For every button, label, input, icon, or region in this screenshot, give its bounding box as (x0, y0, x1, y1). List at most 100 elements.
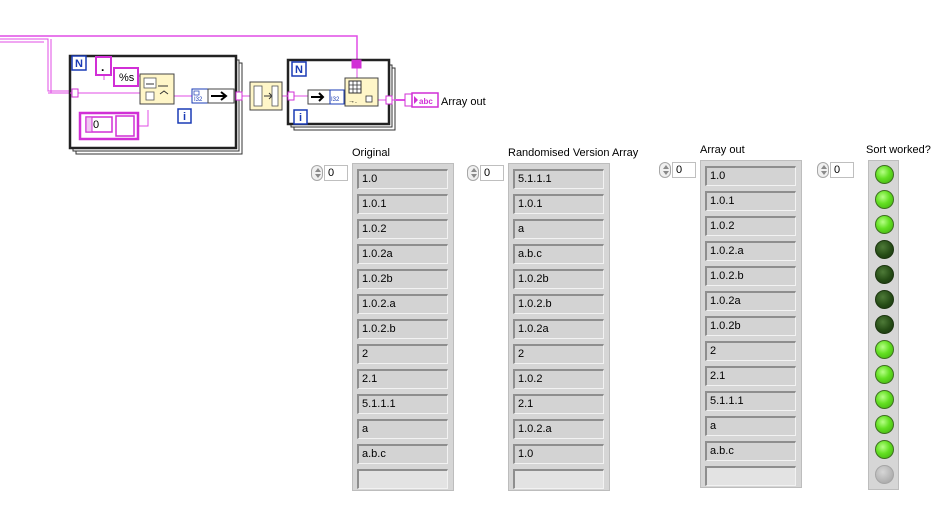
led-on-indicator[interactable] (875, 415, 894, 434)
array-element[interactable]: 2 (705, 341, 796, 361)
array-out-indicator-label: Array out (441, 96, 486, 108)
increment-arrow-icon[interactable] (315, 168, 321, 172)
array-element[interactable]: 1.0 (705, 166, 796, 186)
original-index-control[interactable]: 0 (311, 165, 349, 181)
array-element[interactable]: 1.0.2.b (513, 294, 604, 314)
array-element[interactable]: a.b.c (513, 244, 604, 264)
array-element[interactable]: a.b.c (705, 441, 796, 461)
led-on-indicator[interactable] (875, 340, 894, 359)
array-element[interactable]: a (357, 419, 448, 439)
svg-text:0: 0 (93, 119, 99, 131)
decrement-arrow-icon[interactable] (663, 171, 669, 175)
array-element[interactable]: 1.0.2.a (513, 419, 604, 439)
led-empty-indicator[interactable] (875, 465, 894, 484)
svg-text:→.: →. (348, 98, 357, 105)
array-element[interactable]: 1.0.2a (357, 244, 448, 264)
array-element[interactable]: 5.1.1.1 (705, 391, 796, 411)
array-element[interactable]: 1.0.2 (357, 219, 448, 239)
array-element[interactable]: 1.0.1 (513, 194, 604, 214)
led-on-indicator[interactable] (875, 190, 894, 209)
array-element[interactable]: 2.1 (705, 366, 796, 386)
array-element[interactable]: 1.0.2a (513, 319, 604, 339)
array-element[interactable]: 1.0 (513, 444, 604, 464)
sort-compare-function[interactable]: →. (344, 77, 379, 107)
array-element-empty[interactable] (705, 466, 796, 486)
randomised-index-control[interactable]: 0 (467, 165, 505, 181)
loop2-arrow-node[interactable]: I32 (307, 89, 345, 105)
original-array-label: Original (352, 147, 390, 159)
scan-from-string-function[interactable] (139, 73, 175, 105)
svg-text:i: i (183, 111, 186, 123)
concatenate-node[interactable] (207, 88, 235, 104)
array-element[interactable]: 5.1.1.1 (513, 169, 604, 189)
svg-text:.: . (101, 60, 104, 74)
array-element[interactable]: 1.0.2b (705, 316, 796, 336)
array-element[interactable]: 1.0.2b (357, 269, 448, 289)
array-element-empty[interactable] (513, 469, 604, 489)
svg-text:I32: I32 (194, 97, 203, 103)
array-element[interactable]: a (513, 219, 604, 239)
svg-text:N: N (295, 64, 303, 76)
build-string-node[interactable]: I32 (191, 88, 209, 104)
index-stepper[interactable] (659, 162, 671, 178)
index-value[interactable]: 0 (672, 162, 696, 178)
array-element[interactable]: 1.0.2b (513, 269, 604, 289)
numeric-constant-cluster[interactable]: 0 (78, 111, 140, 141)
index-stepper[interactable] (467, 165, 479, 181)
array-element[interactable]: 2.1 (513, 394, 604, 414)
led-on-indicator[interactable] (875, 390, 894, 409)
svg-text:N: N (75, 58, 83, 70)
index-value[interactable]: 0 (830, 162, 854, 178)
decrement-arrow-icon[interactable] (821, 171, 827, 175)
index-stepper[interactable] (817, 162, 829, 178)
increment-arrow-icon[interactable] (821, 165, 827, 169)
array-element[interactable]: 5.1.1.1 (357, 394, 448, 414)
array-element[interactable]: a.b.c (357, 444, 448, 464)
decrement-arrow-icon[interactable] (471, 174, 477, 178)
array-element[interactable]: 1.0 (357, 169, 448, 189)
led-off-indicator[interactable] (875, 290, 894, 309)
array-element[interactable]: 1.0.2.a (357, 294, 448, 314)
index-value[interactable]: 0 (324, 165, 348, 181)
index-stepper[interactable] (311, 165, 323, 181)
led-on-indicator[interactable] (875, 365, 894, 384)
svg-text:abc: abc (419, 97, 433, 106)
array-element[interactable]: 1.0.1 (705, 191, 796, 211)
array-element-empty[interactable] (357, 469, 448, 489)
led-on-indicator[interactable] (875, 440, 894, 459)
decrement-arrow-icon[interactable] (315, 174, 321, 178)
led-off-indicator[interactable] (875, 265, 894, 284)
array-element[interactable]: 1.0.2.b (705, 266, 796, 286)
array-element[interactable]: 1.0.2.b (357, 319, 448, 339)
array-out-array: 1.0 1.0.1 1.0.2 1.0.2.a 1.0.2.b 1.0.2a 1.0.2b 2… (700, 160, 802, 488)
index-value[interactable]: 0 (480, 165, 504, 181)
sort-worked-index-control[interactable]: 0 (817, 162, 855, 178)
svg-text:i: i (299, 112, 302, 124)
shuffle-array-function[interactable] (249, 81, 283, 111)
array-element[interactable]: 1.0.2 (513, 369, 604, 389)
array-element[interactable]: 2 (357, 344, 448, 364)
array-out-indicator-terminal[interactable]: abc (404, 92, 439, 108)
randomised-array: 5.1.1.1 1.0.1 a a.b.c 1.0.2b 1.0.2.b 1.0.2a 2 1.… (508, 163, 610, 491)
array-element[interactable]: 1.0.1 (357, 194, 448, 214)
array-element[interactable]: 2.1 (357, 369, 448, 389)
array-element[interactable]: 2 (513, 344, 604, 364)
array-out-index-control[interactable]: 0 (659, 162, 697, 178)
led-off-indicator[interactable] (875, 315, 894, 334)
sort-worked-label: Sort worked? (866, 144, 931, 156)
increment-arrow-icon[interactable] (663, 165, 669, 169)
svg-text:I32: I32 (331, 97, 340, 103)
original-array: 1.0 1.0.1 1.0.2 1.0.2a 1.0.2b 1.0.2.a 1.0.2.b 2… (352, 163, 454, 491)
block-diagram: N N i i . %s 0 I32 I32 →. abc Array out (0, 35, 486, 155)
randomised-array-label: Randomised Version Array (508, 147, 639, 159)
increment-arrow-icon[interactable] (471, 168, 477, 172)
array-element[interactable]: a (705, 416, 796, 436)
led-on-indicator[interactable] (875, 165, 894, 184)
array-element[interactable]: 1.0.2.a (705, 241, 796, 261)
array-out-label: Array out (700, 144, 745, 156)
led-on-indicator[interactable] (875, 215, 894, 234)
led-off-indicator[interactable] (875, 240, 894, 259)
svg-text:%s: %s (119, 72, 135, 84)
array-element[interactable]: 1.0.2a (705, 291, 796, 311)
array-element[interactable]: 1.0.2 (705, 216, 796, 236)
